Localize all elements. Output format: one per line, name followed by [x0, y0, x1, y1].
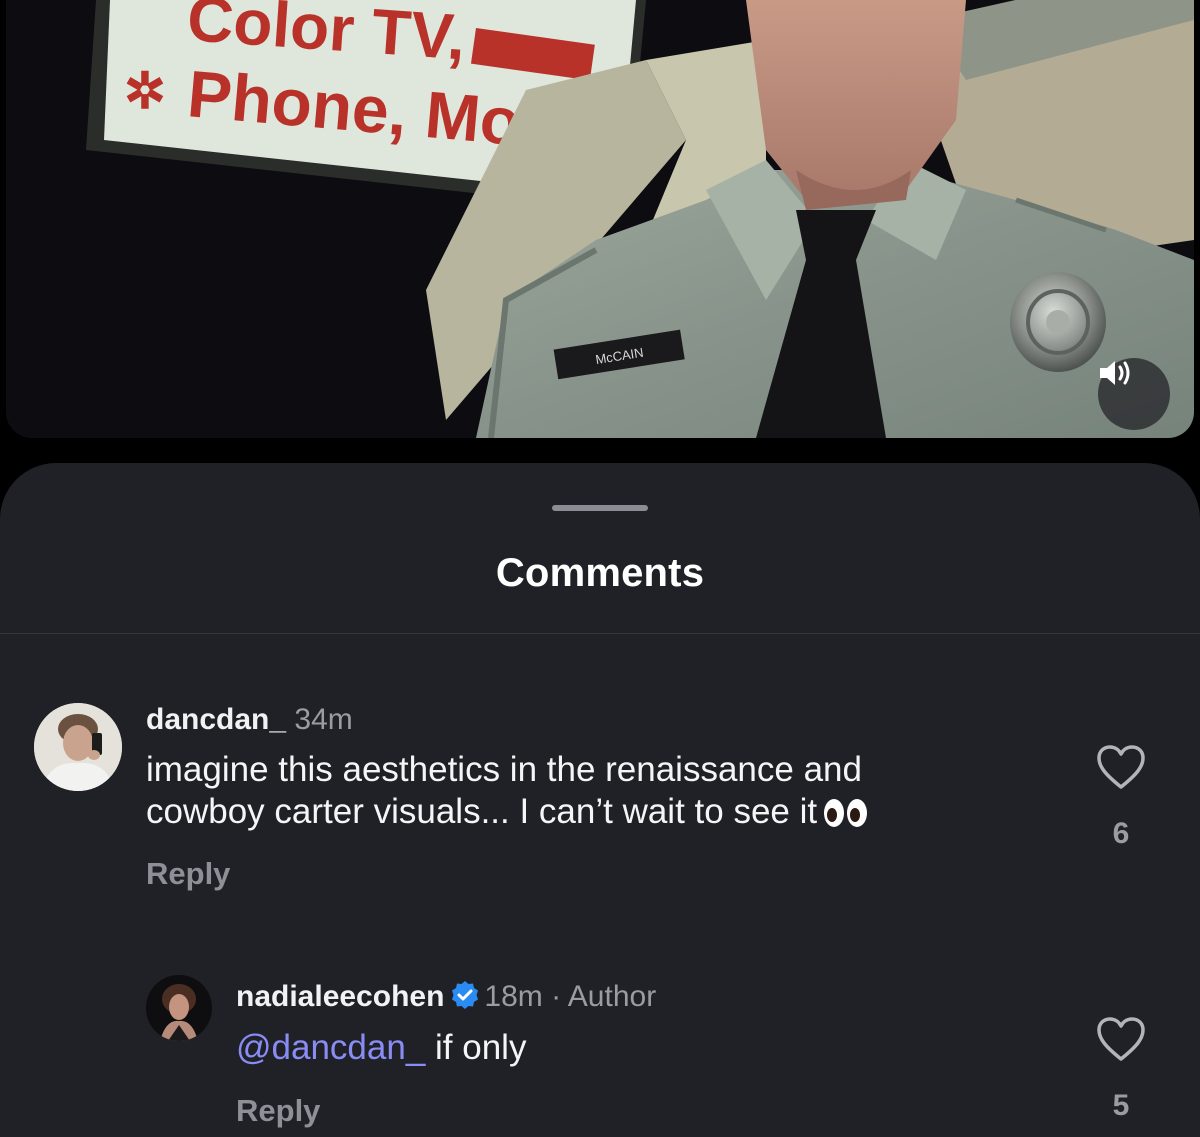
comment-text-line-1: imagine this aesthetics in the renaissan… [146, 750, 862, 789]
like-button[interactable] [1096, 1017, 1146, 1063]
eyes-emoji-icon [824, 799, 868, 827]
like-count: 5 [1112, 1089, 1130, 1122]
heart-icon [1097, 745, 1145, 789]
speaker-volume-icon [1100, 361, 1130, 385]
meta-separator: · [551, 980, 562, 1013]
author-tag: Author [567, 980, 657, 1013]
comment-text: imagine this aesthetics in the renaissan… [146, 749, 869, 833]
divider [0, 633, 1200, 634]
sheet-title: Comments [495, 551, 705, 595]
comment-text-body: if only [425, 1028, 527, 1067]
sign-asterisk: ✲ [124, 63, 166, 119]
comment-username[interactable]: nadialeecohen [236, 980, 444, 1013]
like-button[interactable] [1096, 745, 1146, 791]
comment-text: @dancdan_ if only [236, 1027, 526, 1069]
comment-meta: dancdan_ 34m [146, 703, 353, 737]
avatar[interactable] [34, 703, 122, 791]
video-player[interactable]: Color TV, ✲ Phone, Movie McCAIN [6, 0, 1194, 438]
reply-button[interactable]: Reply [236, 1093, 320, 1129]
reply-button[interactable]: Reply [146, 856, 230, 892]
app-screen: Color TV, ✲ Phone, Movie McCAIN Comments… [0, 0, 1200, 1137]
comments-sheet: Comments dancdan_ 34m imagine this aesth… [0, 463, 1200, 1137]
comment-text-line-2: cowboy carter visuals... I can’t wait to… [146, 791, 869, 833]
verified-badge-icon [452, 981, 479, 1009]
heart-icon [1097, 1017, 1145, 1061]
sheet-drag-handle[interactable] [552, 505, 648, 511]
comment-meta: nadialeecohen 18m · Author [236, 980, 656, 1014]
video-frame: Color TV, ✲ Phone, Movie McCAIN [6, 0, 1194, 438]
avatar[interactable] [146, 975, 212, 1041]
police-badge [1010, 272, 1106, 372]
volume-toggle-button[interactable] [1098, 358, 1170, 430]
mention-link[interactable]: @dancdan_ [236, 1028, 425, 1067]
comment-time: 18m [484, 980, 543, 1013]
comment-username[interactable]: dancdan_ [146, 703, 286, 736]
comment-time: 34m [294, 703, 353, 736]
like-count: 6 [1112, 817, 1130, 850]
